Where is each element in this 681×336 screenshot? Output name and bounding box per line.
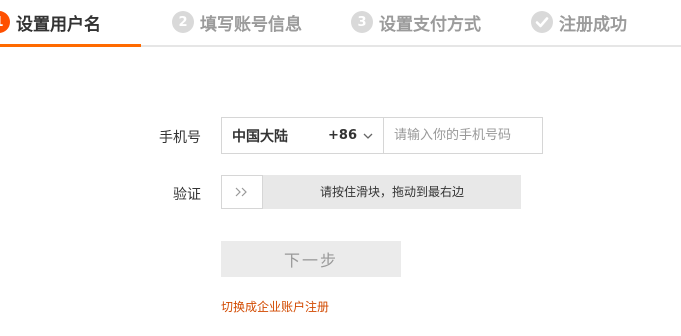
- step-label: 填写账号信息: [200, 14, 302, 35]
- country-code-select[interactable]: 中国大陆 +86: [221, 117, 384, 154]
- phone-number-input[interactable]: [383, 117, 543, 154]
- step-progress-bar: 1 设置用户名 2 填写账号信息 3 设置支付方式 注册成功: [0, 0, 681, 47]
- country-name: 中国大陆: [232, 128, 288, 145]
- step-label: 注册成功: [559, 14, 627, 35]
- phone-label: 手机号: [159, 130, 201, 146]
- country-code: +86: [328, 128, 357, 143]
- next-step-button[interactable]: 下一步: [221, 241, 401, 277]
- check-mark-svg: [535, 17, 549, 28]
- step-label: 设置用户名: [16, 14, 101, 35]
- switch-to-enterprise-link[interactable]: 切换成企业账户注册: [221, 298, 329, 315]
- check-icon: [531, 11, 553, 33]
- step-number-badge: 3: [351, 11, 373, 33]
- step-1-set-username: 1 设置用户名: [0, 10, 101, 35]
- step-label: 设置支付方式: [379, 14, 481, 35]
- slider-instruction: 请按住滑块，拖动到最右边: [319, 185, 464, 199]
- slider-verification[interactable]: 请按住滑块，拖动到最右边: [221, 175, 521, 209]
- step-number-badge: 1: [0, 11, 10, 33]
- verify-label: 验证: [173, 187, 201, 203]
- step-4-registration-success: 注册成功: [531, 10, 627, 35]
- step-number-badge: 2: [172, 11, 194, 33]
- step-2-account-info: 2 填写账号信息: [172, 10, 302, 35]
- active-step-underline: [0, 44, 141, 47]
- step-3-payment-method: 3 设置支付方式: [351, 10, 481, 35]
- chevron-down-icon: [363, 133, 373, 139]
- double-chevron-right-icon: [235, 187, 247, 197]
- slider-handle[interactable]: [221, 175, 263, 209]
